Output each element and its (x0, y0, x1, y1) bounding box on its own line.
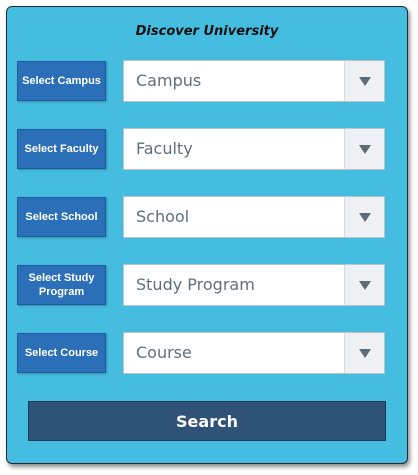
faculty-dropdown-button[interactable] (344, 129, 384, 169)
chevron-down-icon (358, 348, 371, 358)
campus-label: Select Campus (17, 61, 106, 101)
faculty-label: Select Faculty (17, 129, 106, 169)
faculty-select-value: Faculty (136, 139, 193, 158)
discover-university-panel: Discover University Select Campus Campus… (6, 6, 408, 464)
school-row: Select School School (17, 196, 385, 238)
campus-select[interactable]: Campus (123, 60, 385, 102)
course-dropdown-button[interactable] (344, 333, 384, 373)
course-select[interactable]: Course (123, 332, 385, 374)
school-select[interactable]: School (123, 196, 385, 238)
course-select-value: Course (136, 343, 192, 362)
study-program-label: Select Study Program (17, 265, 106, 305)
chevron-down-icon (358, 76, 371, 86)
chevron-down-icon (358, 280, 371, 290)
campus-row: Select Campus Campus (17, 60, 385, 102)
form-title: Discover University (135, 24, 279, 39)
school-select-value: School (136, 207, 190, 226)
faculty-row: Select Faculty Faculty (17, 128, 385, 170)
course-row: Select Course Course (17, 332, 385, 374)
study-program-select-value: Study Program (136, 275, 255, 294)
search-button[interactable]: Search (28, 401, 386, 441)
school-label: Select School (17, 197, 106, 237)
chevron-down-icon (358, 144, 371, 154)
faculty-select[interactable]: Faculty (123, 128, 385, 170)
campus-select-value: Campus (136, 71, 202, 90)
school-dropdown-button[interactable] (344, 197, 384, 237)
campus-dropdown-button[interactable] (344, 61, 384, 101)
study-program-dropdown-button[interactable] (344, 265, 384, 305)
course-label: Select Course (17, 333, 106, 373)
study-program-row: Select Study Program Study Program (17, 264, 385, 306)
chevron-down-icon (358, 212, 371, 222)
study-program-select[interactable]: Study Program (123, 264, 385, 306)
